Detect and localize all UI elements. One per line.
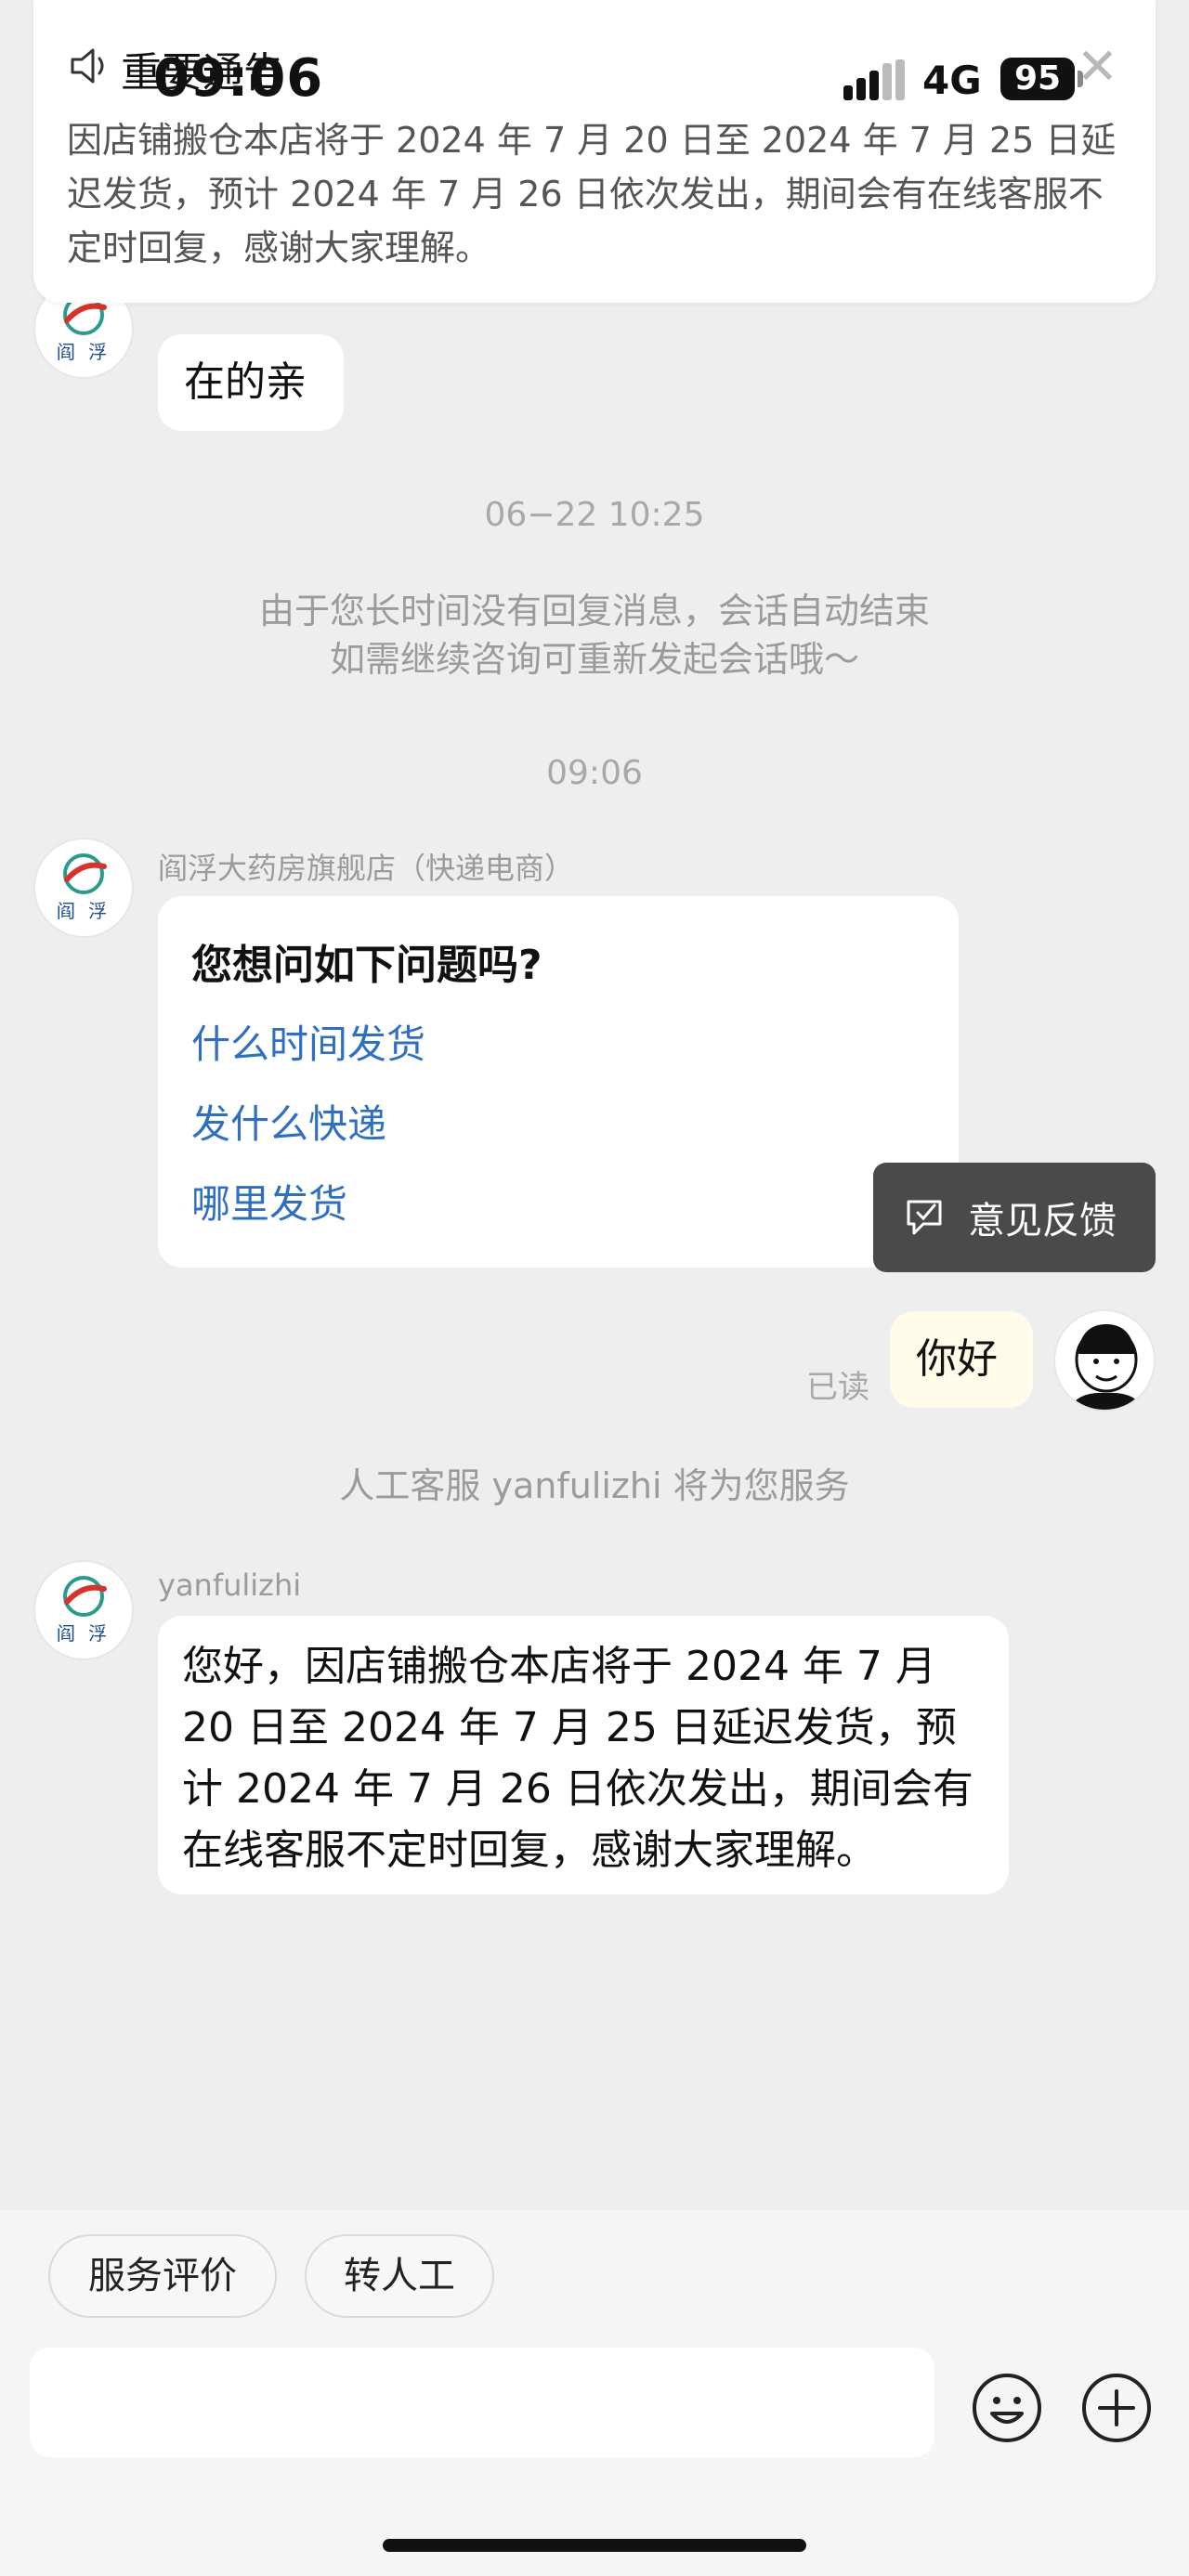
meme-face-icon <box>1069 1324 1143 1410</box>
message-text: 您好，因店铺搬仓本店将于 2024 年 7 月 20 日至 2024 年 7 月… <box>182 1643 973 1874</box>
shop-logo-icon <box>63 852 107 894</box>
faq-card: 您想问如下问题吗? 什么时间发货 发什么快递 哪里发货 <box>158 896 959 1268</box>
shop-logo-text: 阎 浮 <box>56 340 111 363</box>
network-type: 4G <box>922 58 982 103</box>
system-message-line: 如需继续咨询可重新发起会话哦～ <box>329 639 859 680</box>
chip-transfer-human[interactable]: 转人工 <box>305 2234 494 2318</box>
faq-item[interactable]: 哪里发货 <box>191 1173 347 1229</box>
battery-tip <box>1078 71 1083 87</box>
message-text: 你好 <box>916 1335 998 1383</box>
sender-name: yanfulizhi <box>158 1568 302 1603</box>
faq-title: 您想问如下问题吗? <box>191 942 542 989</box>
shop-avatar[interactable]: 阎 浮 <box>33 838 134 938</box>
my-message-bubble[interactable]: 你好 <box>890 1311 1033 1408</box>
feedback-button[interactable]: 意见反馈 <box>873 1163 1156 1272</box>
timestamp: 09:06 <box>546 754 643 792</box>
message-text: 在的亲 <box>184 358 307 406</box>
shop-logo-text: 阎 浮 <box>56 1621 111 1645</box>
timestamp: 06−22 10:25 <box>484 496 705 534</box>
message-bubble[interactable]: 在的亲 <box>158 334 344 431</box>
agent-avatar[interactable]: 阎 浮 <box>33 1560 134 1660</box>
faq-item[interactable]: 什么时间发货 <box>191 1013 425 1070</box>
chip-service-rating[interactable]: 服务评价 <box>48 2234 277 2318</box>
status-bar: 09:06 4G 95 <box>0 0 1189 158</box>
signal-icon <box>843 59 905 100</box>
status-time: 09:06 <box>153 48 324 109</box>
home-indicator[interactable] <box>383 2539 806 2552</box>
emoji-icon[interactable] <box>970 2371 1044 2445</box>
faq-item[interactable]: 发什么快递 <box>191 1093 386 1150</box>
battery-icon: 95 <box>1000 58 1075 100</box>
shop-logo-text: 阎 浮 <box>56 899 111 922</box>
feedback-label: 意见反馈 <box>968 1200 1117 1242</box>
sender-name: 阎浮大药房旗舰店（快递电商） <box>158 851 575 886</box>
system-message-line: 由于您长时间没有回复消息，会话自动结束 <box>258 591 930 631</box>
shop-logo-icon <box>63 1575 107 1617</box>
agent-message-bubble[interactable]: 您好，因店铺搬仓本店将于 2024 年 7 月 20 日至 2024 年 7 月… <box>158 1616 1009 1894</box>
feedback-icon <box>907 1200 942 1235</box>
message-input[interactable] <box>30 2348 934 2457</box>
system-message: 人工客服 yanfulizhi 将为您服务 <box>339 1465 850 1506</box>
system-message: 由于您长时间没有回复消息，会话自动结束 如需继续咨询可重新发起会话哦～ <box>0 587 1189 683</box>
plus-icon[interactable] <box>1079 2371 1154 2445</box>
read-status: 已读 <box>806 1369 869 1406</box>
user-avatar[interactable] <box>1053 1309 1156 1412</box>
